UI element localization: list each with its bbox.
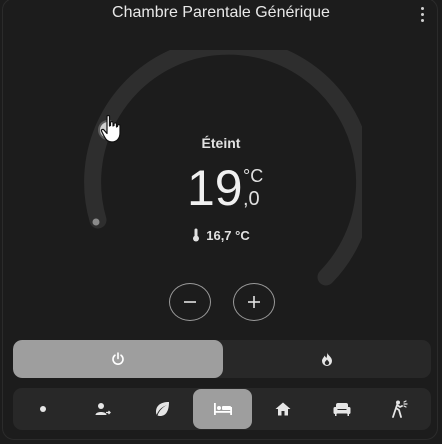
- preset-away[interactable]: [73, 389, 132, 429]
- increase-temperature-button[interactable]: [233, 283, 275, 321]
- target-temperature: 19 °C ,0: [187, 160, 287, 220]
- mode-heat-button[interactable]: [223, 340, 431, 378]
- decrease-temperature-button[interactable]: [169, 283, 211, 321]
- preset-none[interactable]: [13, 389, 72, 429]
- preset-activity[interactable]: [371, 389, 430, 429]
- target-temperature-decimal: ,0: [243, 188, 260, 210]
- more-vertical-icon[interactable]: [410, 4, 434, 24]
- preset-home[interactable]: [253, 389, 312, 429]
- bed-icon: [213, 403, 232, 415]
- card-title: Chambre Parentale Générique: [112, 4, 330, 21]
- current-temperature-value: 16,7 °C: [206, 228, 250, 243]
- thermometer-icon: [193, 228, 200, 242]
- fire-icon: [322, 352, 332, 366]
- dial-min-dot: [92, 218, 100, 226]
- leaf-icon: [155, 402, 169, 416]
- plus-icon: [248, 296, 260, 308]
- power-icon: [112, 352, 124, 365]
- temperature-unit: °C: [243, 166, 264, 186]
- hvac-mode-bar: [13, 340, 431, 378]
- preset-eco[interactable]: [132, 389, 191, 429]
- sofa-icon: [333, 403, 350, 416]
- home-icon: [275, 402, 290, 416]
- dot-icon: [39, 406, 46, 412]
- hvac-status: Éteint: [201, 135, 241, 151]
- account-arrow-icon: [95, 403, 111, 415]
- mode-off-button[interactable]: [13, 340, 223, 378]
- preset-sleep[interactable]: [193, 389, 252, 429]
- walk-motion-icon: [391, 400, 408, 418]
- target-temperature-integer: 19: [187, 160, 243, 216]
- preset-mode-bar: [13, 388, 431, 430]
- current-temperature: 16,7 °C: [0, 228, 442, 243]
- hand-pointer-icon: [100, 114, 121, 143]
- preset-comfort[interactable]: [312, 389, 371, 429]
- minus-icon: [184, 301, 196, 303]
